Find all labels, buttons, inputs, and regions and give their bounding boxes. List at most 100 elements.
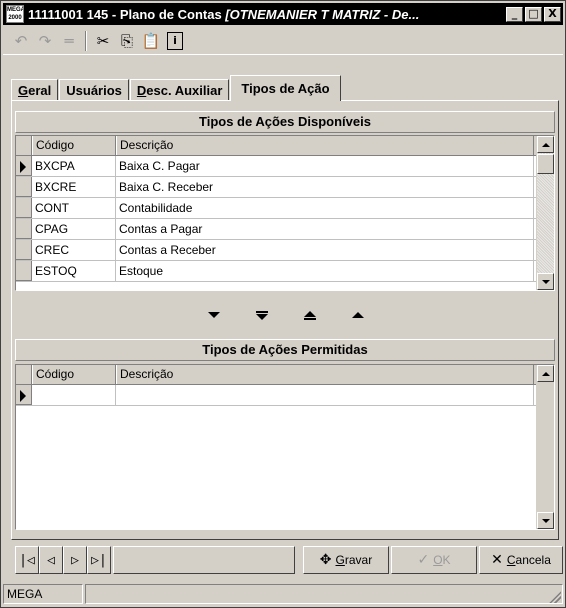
toolbar-separator xyxy=(85,30,87,51)
nav-spacer xyxy=(113,546,295,574)
move-all-up-bar-icon xyxy=(304,317,316,320)
move-all-up-icon xyxy=(304,310,316,317)
status-bar: MEGA xyxy=(3,583,563,605)
tab-strip: Geral Usuários Desc. Auxiliar Tipos de A… xyxy=(11,75,342,101)
table-row[interactable]: CREC Contas a Receber xyxy=(16,240,554,261)
available-panel-title: Tipos de Ações Disponíveis xyxy=(15,111,555,133)
minimize-button[interactable]: _ xyxy=(506,6,523,22)
cell-code[interactable]: CONT xyxy=(32,198,116,218)
tab-geral[interactable]: Geral xyxy=(11,79,59,101)
app-logo-text-top: MEGA xyxy=(7,7,24,13)
tab-usuarios[interactable]: Usuários xyxy=(59,79,129,101)
cell-code[interactable] xyxy=(32,385,116,405)
tab-desc-auxiliar[interactable]: Desc. Auxiliar xyxy=(129,79,230,101)
last-record-button[interactable]: ▷| xyxy=(87,546,111,574)
row-indicator xyxy=(16,156,32,176)
cancel-button[interactable]: ✕ Cancela xyxy=(479,546,563,574)
scroll-down-icon xyxy=(541,279,550,284)
next-record-button[interactable]: ▷ xyxy=(63,546,87,574)
cell-description[interactable] xyxy=(116,385,534,405)
cell-description[interactable]: Contabilidade xyxy=(116,198,534,218)
info-icon[interactable]: i xyxy=(167,31,183,50)
move-all-up-button[interactable] xyxy=(297,304,323,326)
row-indicator xyxy=(16,385,32,405)
cancel-icon: ✕ xyxy=(491,552,503,568)
move-up-icon xyxy=(352,312,364,318)
resize-grip-icon[interactable] xyxy=(549,591,561,603)
allowed-vertical-scrollbar[interactable] xyxy=(536,365,554,529)
first-record-button[interactable]: |◁ xyxy=(15,546,39,574)
cell-code[interactable]: ESTOQ xyxy=(32,261,116,281)
redo-icon[interactable]: ↷ xyxy=(33,30,57,52)
column-header-description[interactable]: Descrição xyxy=(116,136,534,155)
cell-description[interactable]: Contas a Receber xyxy=(116,240,534,260)
ok-label: K xyxy=(442,553,451,567)
move-up-button[interactable] xyxy=(345,304,371,326)
allowed-grid-header: Código Descrição xyxy=(16,365,554,385)
column-header-description[interactable]: Descrição xyxy=(116,365,534,384)
cell-description[interactable]: Baixa C. Receber xyxy=(116,177,534,197)
save-button[interactable]: ✥ Gravar xyxy=(303,546,389,574)
scroll-up-button[interactable] xyxy=(537,365,554,382)
move-all-down-button[interactable] xyxy=(249,304,275,326)
table-row[interactable]: CPAG Contas a Pagar xyxy=(16,219,554,240)
window-title: 11111001 145 - Plano de Contas [OTNEMANI… xyxy=(28,7,504,22)
maximize-button[interactable]: □ xyxy=(525,6,542,22)
save-icon: ✥ xyxy=(319,552,332,568)
status-panel-left: MEGA xyxy=(3,584,83,604)
window-title-company: [OTNEMANIER T MATRIZ - De... xyxy=(225,6,420,22)
move-all-down-bar-icon xyxy=(256,310,268,313)
save-mnemonic: G xyxy=(335,553,345,567)
tab-geral-label: eral xyxy=(28,82,52,98)
title-bar[interactable]: MEGA 2000 11111001 145 - Plano de Contas… xyxy=(3,3,563,25)
available-vertical-scrollbar[interactable] xyxy=(536,136,554,290)
app-logo-icon[interactable]: MEGA 2000 xyxy=(6,5,24,23)
check-icon: ✓ xyxy=(417,552,430,568)
paste-icon[interactable]: 📋 xyxy=(139,30,163,52)
scroll-thumb[interactable] xyxy=(537,154,554,174)
close-button[interactable]: X xyxy=(544,6,561,22)
tab-usuarios-label: Usuários xyxy=(66,82,122,98)
cell-code[interactable]: BXCPA xyxy=(32,156,116,176)
allowed-panel-title: Tipos de Ações Permitidas xyxy=(15,339,555,361)
cell-description[interactable]: Baixa C. Pagar xyxy=(116,156,534,176)
column-header-code[interactable]: Código xyxy=(32,365,116,384)
move-down-icon xyxy=(208,312,220,318)
current-row-arrow-icon xyxy=(20,390,26,402)
copy-icon[interactable]: ⎘ xyxy=(115,30,139,52)
ok-button[interactable]: ✓ O K xyxy=(391,546,477,574)
move-down-button[interactable] xyxy=(201,304,227,326)
table-row[interactable]: BXCPA Baixa C. Pagar xyxy=(16,156,554,177)
table-row[interactable]: CONT Contabilidade xyxy=(16,198,554,219)
header-indicator xyxy=(16,136,32,155)
cell-description[interactable]: Estoque xyxy=(116,261,534,281)
previous-record-button[interactable]: ◁ xyxy=(39,546,63,574)
table-row[interactable]: BXCRE Baixa C. Receber xyxy=(16,177,554,198)
row-indicator xyxy=(16,177,32,197)
header-indicator xyxy=(16,365,32,384)
scroll-up-button[interactable] xyxy=(537,136,554,153)
cell-description[interactable]: Contas a Pagar xyxy=(116,219,534,239)
save-label: ravar xyxy=(344,553,373,567)
scroll-down-button[interactable] xyxy=(537,512,554,529)
column-header-code[interactable]: Código xyxy=(32,136,116,155)
cell-code[interactable]: BXCRE xyxy=(32,177,116,197)
status-panel-right xyxy=(85,584,563,604)
cut-icon[interactable]: ✂ xyxy=(91,30,115,52)
available-grid[interactable]: Código Descrição BXCPA Baixa C. Pagar BX… xyxy=(15,135,555,291)
cell-code[interactable]: CREC xyxy=(32,240,116,260)
undo-icon[interactable]: ↶ xyxy=(9,30,33,52)
scroll-down-icon xyxy=(541,518,550,523)
scroll-down-button[interactable] xyxy=(537,273,554,290)
delete-icon[interactable]: ═ xyxy=(57,30,81,52)
cell-code[interactable]: CPAG xyxy=(32,219,116,239)
allowed-grid[interactable]: Código Descrição xyxy=(15,364,555,530)
tab-geral-mnemonic: G xyxy=(18,82,29,98)
cancel-label: ancela xyxy=(515,553,551,567)
table-row[interactable] xyxy=(16,385,554,406)
scroll-up-icon xyxy=(541,371,550,376)
available-grid-header: Código Descrição xyxy=(16,136,554,156)
tab-tipos-de-acao-label: Tipos de Ação xyxy=(241,81,330,96)
tab-tipos-de-acao[interactable]: Tipos de Ação xyxy=(230,75,341,101)
table-row[interactable]: ESTOQ Estoque xyxy=(16,261,554,282)
